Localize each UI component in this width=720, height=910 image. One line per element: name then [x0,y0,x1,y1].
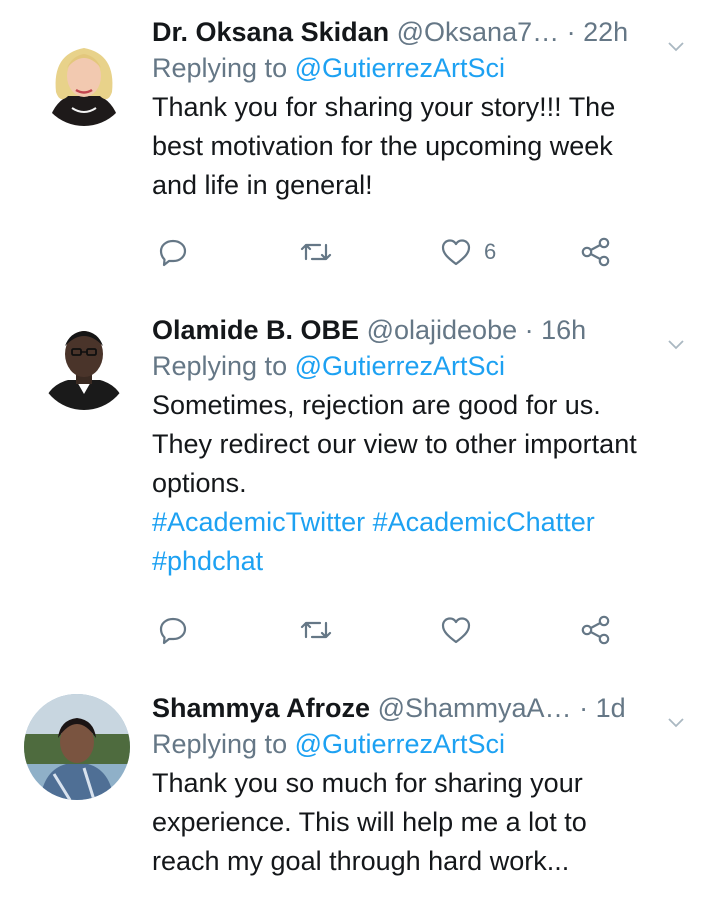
reply-icon [158,615,188,645]
like-count: 6 [484,239,497,264]
hashtag-link[interactable]: #AcademicTwitter [152,507,365,537]
avatar[interactable] [38,318,130,410]
like-button[interactable] [440,610,484,650]
chevron-down-icon[interactable] [668,324,684,350]
share-button[interactable] [580,232,612,272]
author-name[interactable]: Shammya Afroze [152,693,370,723]
avatar[interactable] [38,34,130,126]
replying-to: Replying to @GutierrezArtSci [152,50,706,88]
share-button[interactable] [580,610,612,650]
hashtag-link[interactable]: #AcademicChatter [373,507,595,537]
heart-icon [440,615,472,645]
avatar[interactable] [24,694,130,800]
reply-icon [158,237,188,267]
author-handle[interactable]: @ShammyaA… [378,693,572,723]
retweet-button[interactable] [300,232,332,272]
separator-dot: · [524,315,534,345]
replying-to-link[interactable]: @GutierrezArtSci [295,351,505,381]
like-button[interactable]: 6 [440,232,496,272]
retweet-icon [300,237,332,267]
tweet-text: Thank you for sharing your story!!! The … [152,92,616,200]
share-icon [580,614,612,646]
separator-dot: · [566,17,576,47]
author-handle[interactable]: @Oksana7… [397,17,559,47]
author-name[interactable]: Dr. Oksana Skidan [152,17,389,47]
replying-prefix: Replying to [152,351,288,381]
chevron-down-icon[interactable] [668,702,684,728]
tweet-text: Sometimes, rejection are good for us. Th… [152,390,637,498]
tweet-item[interactable]: Shammya Afroze @ShammyaA… · 1d Replying … [0,670,720,910]
separator-dot: · [579,693,589,723]
share-icon [580,236,612,268]
replying-to-link[interactable]: @GutierrezArtSci [295,53,505,83]
tweet-item[interactable]: Olamide B. OBE @olajideobe · 16h Replyin… [0,290,720,670]
tweet-header: Dr. Oksana Skidan @Oksana7… · 22h [152,14,706,52]
replying-to: Replying to @GutierrezArtSci [152,726,706,764]
replying-prefix: Replying to [152,53,288,83]
tweet-header: Olamide B. OBE @olajideobe · 16h [152,312,706,350]
hashtag-link[interactable]: #phdchat [152,546,263,576]
timestamp[interactable]: 22h [583,17,628,47]
timestamp[interactable]: 1d [596,693,626,723]
author-name[interactable]: Olamide B. OBE [152,315,359,345]
retweet-icon [300,615,332,645]
tweet-actions [152,610,652,650]
tweet-hashtags: #AcademicTwitter #AcademicChatter #phdch… [152,503,706,581]
tweet-text: Thank you so much for sharing your exper… [152,768,587,876]
reply-button[interactable] [158,610,188,650]
tweet-item[interactable]: Dr. Oksana Skidan @Oksana7… · 22h Replyi… [0,0,720,290]
replying-to: Replying to @GutierrezArtSci [152,348,706,386]
reply-button[interactable] [158,232,188,272]
replying-to-link[interactable]: @GutierrezArtSci [295,729,505,759]
chevron-down-icon[interactable] [668,26,684,52]
tweet-actions: 6 [152,232,652,272]
retweet-button[interactable] [300,610,332,650]
heart-icon [440,237,472,267]
timestamp[interactable]: 16h [541,315,586,345]
replying-prefix: Replying to [152,729,288,759]
tweet-header: Shammya Afroze @ShammyaA… · 1d [152,690,706,728]
author-handle[interactable]: @olajideobe [367,315,518,345]
